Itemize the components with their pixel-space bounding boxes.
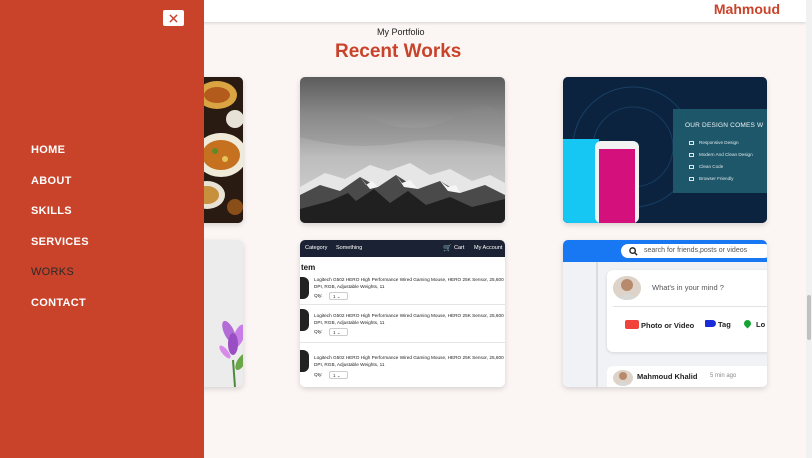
social-search-bar[interactable]: search for friends,posts or videos: [621, 244, 767, 258]
social-topbar: search for friends,posts or videos: [563, 240, 767, 262]
nav-skills[interactable]: SKILLS: [31, 206, 89, 237]
qty-label: Qty:: [314, 293, 323, 298]
photo-icon: [625, 320, 639, 329]
product-thumbnail: [300, 277, 309, 299]
divider: [300, 342, 505, 343]
brand-logo[interactable]: Mahmoud: [714, 1, 780, 17]
page-scrollbar[interactable]: [806, 0, 812, 458]
avatar-image: [613, 276, 641, 300]
feed-author-name[interactable]: Mahmoud Khalid: [637, 372, 697, 381]
work-card-mountain[interactable]: [300, 77, 505, 223]
design-feature: Clean Code: [699, 164, 724, 169]
shop-navbar: Category Something 🛒 Cart My Account: [300, 240, 505, 257]
close-menu-button[interactable]: [163, 10, 184, 26]
qty-label: Qty:: [314, 372, 323, 377]
design-feature: Responsive Design: [699, 140, 739, 145]
search-icon: [629, 247, 638, 256]
qty-select[interactable]: 1 ⌄: [329, 371, 348, 379]
divider: [300, 304, 505, 305]
nav-contact[interactable]: CONTACT: [31, 298, 89, 329]
product-description: Logitech G502 HERO High Performance Wire…: [314, 355, 504, 367]
feed-timestamp: 5 min ago: [710, 373, 737, 379]
avatar: [613, 276, 641, 300]
shop-nav-account[interactable]: My Account: [474, 245, 502, 251]
qty-label: Qty:: [314, 329, 323, 334]
mountain-image: [300, 77, 505, 223]
search-placeholder: search for friends,posts or videos: [644, 247, 748, 254]
qty-value: 1: [333, 330, 336, 335]
work-card-shop[interactable]: Category Something 🛒 Cart My Account tem…: [300, 240, 505, 387]
action-label: Tag: [718, 320, 731, 329]
design-feature: Browser Friendly: [699, 176, 734, 181]
nav-services[interactable]: SERVICES: [31, 236, 89, 268]
section-eyebrow: My Portfolio: [377, 27, 425, 37]
avatar-image: [613, 370, 633, 386]
photo-video-action[interactable]: Photo or Video: [625, 320, 694, 330]
shop-heading: tem: [301, 263, 316, 272]
section-title: Recent Works: [335, 41, 462, 62]
location-action[interactable]: Lo: [742, 318, 766, 329]
tag-action[interactable]: Tag: [705, 320, 731, 329]
design-feature: Modern And Clean Design: [699, 152, 753, 157]
monitor-icon: [689, 141, 694, 145]
avatar: [613, 370, 633, 386]
portfolio-page: Mahmoud My Portfolio Recent Works OUR DE…: [0, 0, 812, 458]
scrollbar-thumb[interactable]: [807, 295, 811, 340]
monitor-icon: [689, 177, 694, 181]
shop-nav-something[interactable]: Something: [336, 245, 362, 251]
design-title: OUR DESIGN COMES W: [685, 122, 764, 129]
close-icon: [169, 13, 178, 23]
tag-icon: [705, 320, 716, 327]
work-card-design[interactable]: OUR DESIGN COMES W Responsive Design Mod…: [563, 77, 767, 223]
action-label: Lo: [756, 320, 766, 329]
nav-home[interactable]: HOME: [31, 145, 89, 176]
product-description: Logitech G502 HERO High Performance Wire…: [314, 277, 504, 289]
feed-post: Mahmoud Khalid 5 min ago: [607, 366, 767, 387]
post-input[interactable]: What's in your mind ?: [647, 279, 767, 297]
side-menu: HOME ABOUT SKILLS SERVICES WORKS CONTACT: [0, 0, 204, 458]
work-card-social[interactable]: search for friends,posts or videos What'…: [563, 240, 767, 387]
nav-works[interactable]: WORKS: [31, 267, 89, 298]
shop-nav-category[interactable]: Category: [305, 245, 327, 251]
cart-icon[interactable]: 🛒: [443, 244, 452, 252]
nav-about[interactable]: ABOUT: [31, 175, 89, 207]
product-thumbnail: [300, 309, 309, 331]
create-post-box: What's in your mind ? Photo or Video Tag…: [607, 270, 767, 352]
design-feature-panel: OUR DESIGN COMES W Responsive Design Mod…: [673, 109, 767, 193]
shop-nav-cart[interactable]: Cart: [454, 245, 464, 251]
monitor-icon: [689, 153, 694, 157]
product-description: Logitech G502 HERO High Performance Wire…: [314, 313, 504, 325]
qty-select[interactable]: 1 ⌄: [329, 292, 348, 300]
divider: [613, 306, 767, 307]
action-label: Photo or Video: [641, 321, 695, 330]
qty-value: 1: [333, 373, 336, 378]
location-pin-icon: [742, 318, 753, 329]
monitor-icon: [689, 165, 694, 169]
qty-value: 1: [333, 294, 336, 299]
product-thumbnail: [300, 350, 309, 372]
side-rail: [596, 262, 598, 387]
qty-select[interactable]: 1 ⌄: [329, 328, 348, 336]
side-nav: HOME ABOUT SKILLS SERVICES WORKS CONTACT: [31, 145, 89, 329]
